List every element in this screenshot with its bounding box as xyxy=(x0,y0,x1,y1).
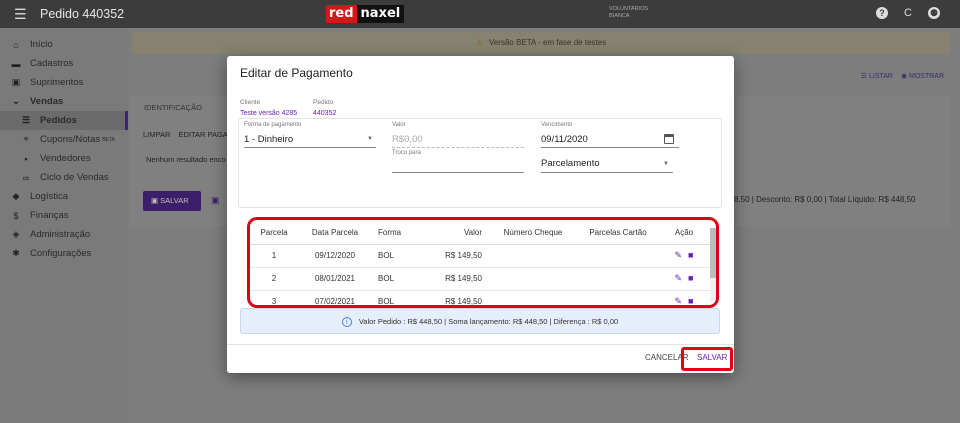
highlight-save-box xyxy=(681,347,733,371)
save-order-button[interactable]: ▣ SALVAR xyxy=(143,191,201,211)
view-toggles: ☰ LISTAR ◉ MOSTRAR xyxy=(861,72,944,80)
order-totals: 8,50 | Desconto: R$ 0,00 | Total Líquido… xyxy=(734,195,916,204)
page-title: Pedido 440352 xyxy=(40,7,125,21)
sidebar-item-configuracoes[interactable]: ✱ Configurações xyxy=(0,244,128,263)
forma-underline xyxy=(244,147,376,148)
beta-banner: ⚠ Versão BETA - em fase de testes xyxy=(132,32,950,54)
vencimento-label: Vencimento xyxy=(541,122,573,128)
vencimento-underline xyxy=(541,147,679,148)
sidebar-item-suprimentos[interactable]: ▣ Suprimentos xyxy=(0,73,128,92)
box-icon: ▣ xyxy=(11,77,21,87)
sidebar-item-label: Início xyxy=(30,39,53,50)
menu-icon[interactable]: ☰ xyxy=(14,6,30,23)
pedido-value[interactable]: 440352 xyxy=(313,110,336,117)
sidebar-item-vendas[interactable]: ⌄ Vendas xyxy=(0,92,128,111)
sidebar-item-logistica[interactable]: ◆ Logística xyxy=(0,187,128,206)
calendar-icon[interactable] xyxy=(664,134,674,144)
logistics-icon: ◆ xyxy=(12,191,20,201)
cliente-value[interactable]: Teste versão 4285 xyxy=(240,110,297,117)
payment-summary: i Valor Pedido : R$ 448,50 | Soma lançame… xyxy=(240,308,720,334)
chevron-down-icon[interactable]: ▼ xyxy=(367,136,373,142)
sidebar-item-label: Vendas xyxy=(30,96,64,107)
parcelamento-underline xyxy=(541,172,673,173)
valor-label: Valor xyxy=(392,122,406,128)
summary-text: Valor Pedido : R$ 448,50 | Soma lançamen… xyxy=(358,317,619,326)
list-icon: ☰ xyxy=(860,73,869,80)
valor-input[interactable]: R$0,00 xyxy=(392,134,423,145)
limpar-button[interactable]: LIMPAR xyxy=(143,130,170,139)
save-icon[interactable]: ▣ xyxy=(211,195,220,206)
logo-red-part: red xyxy=(326,5,357,23)
top-actions: ? C ⚉ xyxy=(876,7,940,19)
sidebar-item-label: Administração xyxy=(30,229,91,240)
sidebar-item-label: Logística xyxy=(30,191,69,202)
sidebar-item-label: Suprimentos xyxy=(30,77,84,88)
shield-icon: ◈ xyxy=(12,229,20,239)
chevron-down-icon[interactable]: ▼ xyxy=(663,161,669,167)
save-order-label: SALVAR xyxy=(160,196,189,205)
valor-underline xyxy=(392,147,524,148)
coupon-icon: ⌖ xyxy=(23,134,29,144)
cliente-label: Cliente xyxy=(240,99,261,106)
gear-icon: ✱ xyxy=(12,248,20,258)
sidebar-item-administracao[interactable]: ◈ Administração xyxy=(0,225,128,244)
dollar-icon: $ xyxy=(13,210,19,221)
listar-button[interactable]: LISTAR xyxy=(869,73,893,80)
pedido-label: Pedido xyxy=(313,99,334,106)
refresh-icon[interactable]: C xyxy=(904,7,912,19)
sidebar-item-label: Finanças xyxy=(30,210,69,221)
chevron-down-icon: ⌄ xyxy=(12,96,20,106)
vencimento-input[interactable]: 09/11/2020 xyxy=(541,134,588,145)
help-icon[interactable]: ? xyxy=(876,7,889,19)
top-bar: ☰ Pedido 440352 xyxy=(0,0,960,28)
tab-identificacao[interactable]: IDENTIFICAÇÃO xyxy=(144,103,202,112)
sidebar-item-cupons[interactable]: ⌖ Cupons/Notas BETA xyxy=(0,130,128,149)
app-logo: red naxel xyxy=(326,5,405,23)
save-icon: ▣ xyxy=(151,196,161,205)
info-icon: i xyxy=(341,317,352,328)
parcelamento-select[interactable]: Parcelamento xyxy=(541,158,600,169)
troco-underline xyxy=(392,172,524,173)
edit-payment-dialog: Editar de Pagamento Cliente Teste versão… xyxy=(227,56,734,373)
sidebar-item-label: Vendedores xyxy=(40,153,91,164)
cycle-icon: ∞ xyxy=(22,172,30,183)
sidebar-item-label: Cadastros xyxy=(30,58,74,69)
beta-banner-text: Versão BETA - em fase de testes xyxy=(488,38,607,47)
eye-icon: ◉ xyxy=(900,73,909,80)
logo-black-part: naxel xyxy=(356,5,405,23)
sidebar-item-label: Pedidos xyxy=(40,115,77,126)
sidebar-item-inicio[interactable]: ⌂ Início xyxy=(0,35,128,54)
list-icon: ☰ xyxy=(21,115,31,125)
dialog-divider xyxy=(227,344,734,345)
home-icon: ⌂ xyxy=(13,39,19,50)
user-name: BIANCA xyxy=(609,13,630,19)
troco-label: Troco para xyxy=(392,150,421,156)
sidebar-item-cadastros[interactable]: ▬ Cadastros xyxy=(0,54,128,73)
sidebar-item-label: Cupons/Notas xyxy=(40,134,101,145)
user-org: VOLUNTARIOS xyxy=(609,6,649,12)
sidebar: ⌂ Início ▬ Cadastros ▣ Suprimentos ⌄ Vendas … xyxy=(0,28,128,423)
sidebar-item-label: Configurações xyxy=(30,248,92,259)
user-info: VOLUNTARIOS BIANCA xyxy=(609,6,648,20)
forma-select[interactable]: 1 - Dinheiro xyxy=(244,134,293,145)
editar-pagamento-button[interactable]: EDITAR PAGA xyxy=(178,130,227,139)
sidebar-item-pedidos[interactable]: ☰ Pedidos xyxy=(0,111,128,130)
no-result-text: Nenhum resultado enco xyxy=(146,155,226,164)
sidebar-item-financas[interactable]: $ Finanças xyxy=(0,206,128,225)
highlight-table-box xyxy=(247,217,719,308)
payment-form: Forma de pagamento 1 - Dinheiro ▼ Valor … xyxy=(238,118,722,208)
account-icon[interactable]: ⚉ xyxy=(928,7,940,19)
sidebar-item-label: Ciclo de Vendas xyxy=(40,172,109,183)
dialog-title: Editar de Pagamento xyxy=(240,66,353,80)
folder-icon: ▬ xyxy=(11,58,21,69)
badge-icon: ▪ xyxy=(24,153,28,164)
sidebar-item-ciclo[interactable]: ∞ Ciclo de Vendas xyxy=(0,168,128,187)
order-actions: LIMPAR EDITAR PAGA xyxy=(143,130,228,139)
warning-icon: ⚠ xyxy=(475,38,483,47)
mostrar-button[interactable]: MOSTRAR xyxy=(909,73,944,80)
beta-badge: BETA xyxy=(102,136,115,143)
forma-label: Forma de pagamento xyxy=(244,122,302,128)
sidebar-item-vendedores[interactable]: ▪ Vendedores xyxy=(0,149,128,168)
